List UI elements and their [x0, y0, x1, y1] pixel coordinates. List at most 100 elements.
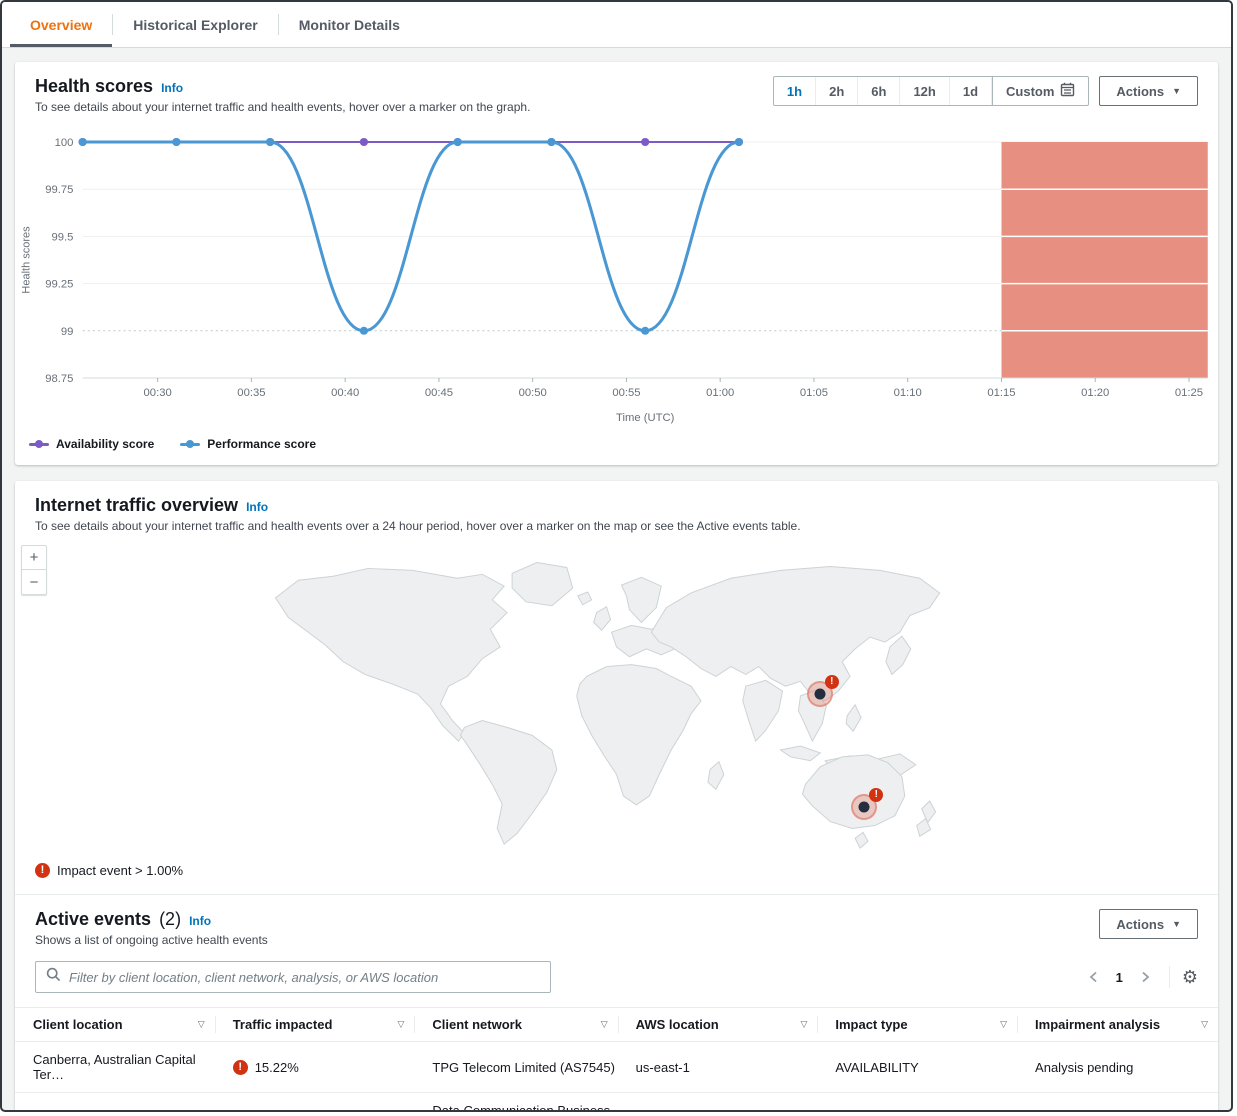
time-range-custom[interactable]: Custom — [992, 77, 1088, 105]
svg-text:01:15: 01:15 — [987, 387, 1015, 399]
traffic-overview-panel: Internet traffic overview Info To see de… — [15, 481, 1218, 1112]
svg-text:01:25: 01:25 — [1175, 387, 1203, 399]
table-row[interactable]: Hsinchu, Hsinchu, Taiwan !15.12% Data Co… — [15, 1093, 1218, 1113]
table-row[interactable]: Canberra, Australian Capital Ter… !15.22… — [15, 1042, 1218, 1093]
col-impact-type[interactable]: Impact type▽ — [817, 1008, 1017, 1042]
filter-triangle-icon[interactable]: ▽ — [1201, 1019, 1208, 1030]
health-scores-description: To see details about your internet traff… — [35, 100, 530, 114]
performance-swatch-icon — [180, 443, 200, 446]
cell-traffic-impacted: !15.12% — [215, 1093, 415, 1113]
actions-label: Actions — [1116, 84, 1164, 99]
col-client-location[interactable]: Client location▽ — [15, 1008, 215, 1042]
filter-triangle-icon[interactable]: ▽ — [800, 1019, 807, 1030]
svg-text:00:40: 00:40 — [331, 387, 359, 399]
svg-text:00:50: 00:50 — [519, 387, 547, 399]
calendar-icon — [1060, 82, 1075, 100]
health-scores-info-link[interactable]: Info — [161, 81, 183, 95]
legend-performance-score[interactable]: Performance score — [180, 437, 316, 451]
traffic-overview-title: Internet traffic overview — [35, 495, 238, 516]
map-zoom-controls: + − — [21, 545, 47, 595]
health-scores-chart-area: 10099.7599.599.259998.75Health scores00:… — [15, 128, 1218, 465]
cell-impairment-analysis: Analysis pending — [1017, 1042, 1218, 1093]
svg-text:99.75: 99.75 — [45, 184, 73, 196]
current-page-number[interactable]: 1 — [1110, 970, 1129, 985]
active-events-table: Client location▽ Traffic impacted▽ Clien… — [15, 1007, 1218, 1112]
time-range-2h[interactable]: 2h — [816, 77, 858, 105]
tab-overview[interactable]: Overview — [10, 2, 112, 47]
pagination: 1 ⚙ — [1082, 965, 1198, 989]
cell-client-location: Hsinchu, Hsinchu, Taiwan — [15, 1093, 215, 1113]
custom-range-label: Custom — [1006, 84, 1054, 99]
legend-label: Performance score — [207, 437, 316, 451]
col-impairment-analysis[interactable]: Impairment analysis▽ — [1017, 1008, 1218, 1042]
impact-event-icon: ! — [233, 1111, 248, 1113]
cell-client-network: TPG Telecom Limited (AS7545) — [414, 1042, 617, 1093]
impact-event-icon: ! — [35, 863, 50, 878]
legend-label: Availability score — [56, 437, 154, 451]
cell-impairment-analysis: Analysis pending — [1017, 1093, 1218, 1113]
time-range-6h[interactable]: 6h — [858, 77, 900, 105]
col-traffic-impacted[interactable]: Traffic impacted▽ — [215, 1008, 415, 1042]
city-dot-icon — [814, 689, 825, 700]
previous-page-button[interactable] — [1082, 965, 1106, 989]
actions-label: Actions — [1116, 917, 1164, 932]
time-range-12h[interactable]: 12h — [900, 77, 949, 105]
active-events-toolbar: 1 ⚙ — [15, 957, 1218, 1007]
active-events-actions-button[interactable]: Actions ▼ — [1099, 909, 1198, 939]
world-map-graphic — [15, 539, 1218, 853]
filter-triangle-icon[interactable]: ▽ — [198, 1019, 205, 1030]
next-page-button[interactable] — [1133, 965, 1157, 989]
svg-text:00:45: 00:45 — [425, 387, 453, 399]
cell-impact-type: AVAILABILITY — [817, 1042, 1017, 1093]
traffic-overview-info-link[interactable]: Info — [246, 500, 268, 514]
cell-aws-location: us-east-1 — [618, 1093, 818, 1113]
filter-triangle-icon[interactable]: ▽ — [1000, 1019, 1007, 1030]
time-range-1h[interactable]: 1h — [774, 77, 816, 105]
svg-text:99.25: 99.25 — [45, 279, 73, 291]
svg-text:01:05: 01:05 — [800, 387, 828, 399]
chart-legend: Availability score Performance score — [15, 433, 1218, 465]
world-map[interactable]: + − — [15, 539, 1218, 853]
col-client-network[interactable]: Client network▽ — [414, 1008, 617, 1042]
caret-down-icon: ▼ — [1172, 86, 1181, 96]
availability-swatch-icon — [29, 443, 49, 446]
tab-historical-explorer[interactable]: Historical Explorer — [113, 2, 278, 47]
health-scores-actions-button[interactable]: Actions ▼ — [1099, 76, 1198, 106]
cell-aws-location: us-east-1 — [618, 1042, 818, 1093]
map-marker-taiwan[interactable]: ! — [807, 681, 833, 707]
caret-down-icon: ▼ — [1172, 919, 1181, 929]
map-zoom-in-button[interactable]: + — [22, 546, 46, 570]
tab-monitor-details[interactable]: Monitor Details — [279, 2, 420, 47]
internet-monitor-page: Overview Historical Explorer Monitor Det… — [0, 0, 1233, 1112]
svg-text:01:20: 01:20 — [1081, 387, 1109, 399]
svg-text:99: 99 — [61, 326, 74, 338]
map-marker-australia[interactable]: ! — [851, 794, 877, 820]
filter-input-container — [35, 961, 551, 993]
alert-exclamation-icon: ! — [869, 788, 883, 802]
active-events-info-link[interactable]: Info — [189, 914, 211, 928]
svg-text:00:30: 00:30 — [144, 387, 172, 399]
pager-divider — [1169, 966, 1170, 988]
health-scores-chart[interactable]: 10099.7599.599.259998.75Health scores00:… — [15, 128, 1218, 428]
svg-text:100: 100 — [55, 137, 74, 149]
svg-text:Time (UTC): Time (UTC) — [616, 412, 675, 424]
filter-triangle-icon[interactable]: ▽ — [397, 1019, 404, 1030]
svg-text:00:35: 00:35 — [237, 387, 265, 399]
map-zoom-out-button[interactable]: − — [22, 570, 46, 594]
filter-triangle-icon[interactable]: ▽ — [601, 1019, 608, 1030]
active-events-header: Active events (2) Info Shows a list of o… — [15, 895, 1218, 957]
health-scores-title: Health scores — [35, 76, 153, 97]
time-range-1d[interactable]: 1d — [950, 77, 992, 105]
city-dot-icon — [859, 801, 870, 812]
active-events-count: (2) — [159, 909, 181, 930]
legend-availability-score[interactable]: Availability score — [29, 437, 154, 451]
table-settings-gear-icon[interactable]: ⚙ — [1182, 968, 1198, 986]
svg-text:98.75: 98.75 — [45, 373, 73, 385]
svg-text:00:55: 00:55 — [612, 387, 640, 399]
col-aws-location[interactable]: AWS location▽ — [618, 1008, 818, 1042]
filter-input[interactable] — [69, 970, 540, 985]
time-range-selector: 1h 2h 6h 12h 1d Custom — [773, 76, 1089, 106]
search-icon — [46, 967, 61, 987]
svg-text:01:10: 01:10 — [894, 387, 922, 399]
svg-text:01:00: 01:00 — [706, 387, 734, 399]
